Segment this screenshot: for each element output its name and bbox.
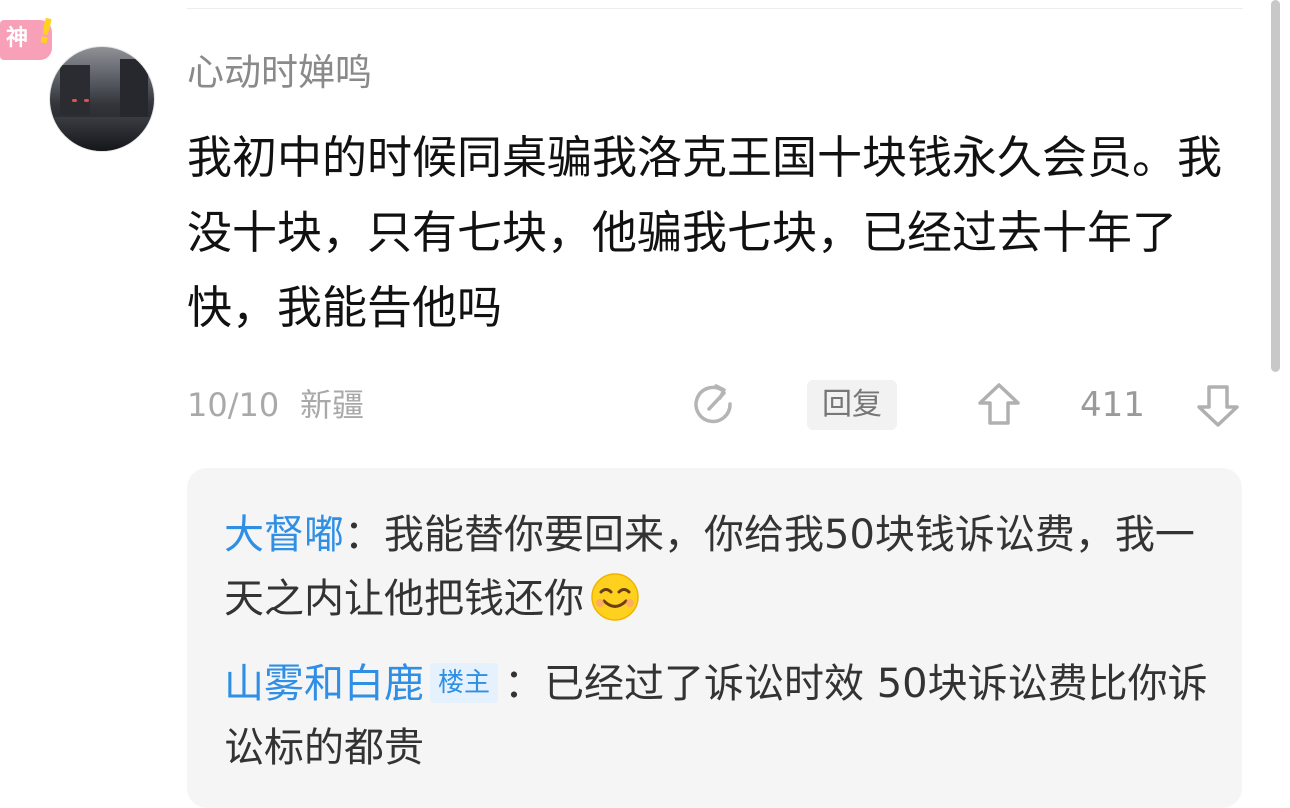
share-icon[interactable] [689,381,737,429]
reply-author[interactable]: 大督嘟 [224,512,344,558]
down-arrow-icon[interactable] [1195,381,1241,429]
reply-button[interactable]: 回复 [807,380,897,430]
god-comment-badge: 神 ! [0,10,60,62]
reply-separator: ： [504,661,545,707]
comment-content: 我初中的时候同桌骗我洛克王国十块钱永久会员。我没十块，只有七块，他骗我七块，已经… [187,131,1223,334]
comment-date: 10/10 [187,386,280,424]
comment-location: 新疆 [300,386,365,424]
up-arrow-icon[interactable] [976,381,1022,429]
reply-author[interactable]: 山雾和白鹿 [224,661,424,707]
op-badge: 楼主 [430,663,499,703]
scrollbar[interactable] [1271,0,1280,372]
top-divider [187,8,1243,9]
reply-item[interactable]: 大督嘟：我能替你要回来，你给我50块钱诉讼费，我一天之内让他把钱还你 [224,503,1214,631]
grinning-face-emoji [591,573,639,621]
avatar[interactable] [49,46,155,152]
vote-count: 411 [1080,385,1145,425]
reply-item[interactable]: 山雾和白鹿 楼主 ：已经过了诉讼时效 50块诉讼费比你诉讼标的都贵 [224,652,1214,780]
reply-separator: ： [344,512,384,558]
replies-box[interactable]: 大督嘟：我能替你要回来，你给我50块钱诉讼费，我一天之内让他把钱还你 山雾和白鹿… [187,468,1242,808]
god-comment-badge-text: 神 [6,26,29,51]
comment-username[interactable]: 心动时婵鸣 [187,50,372,96]
god-comment-badge-mark: ! [34,10,58,54]
